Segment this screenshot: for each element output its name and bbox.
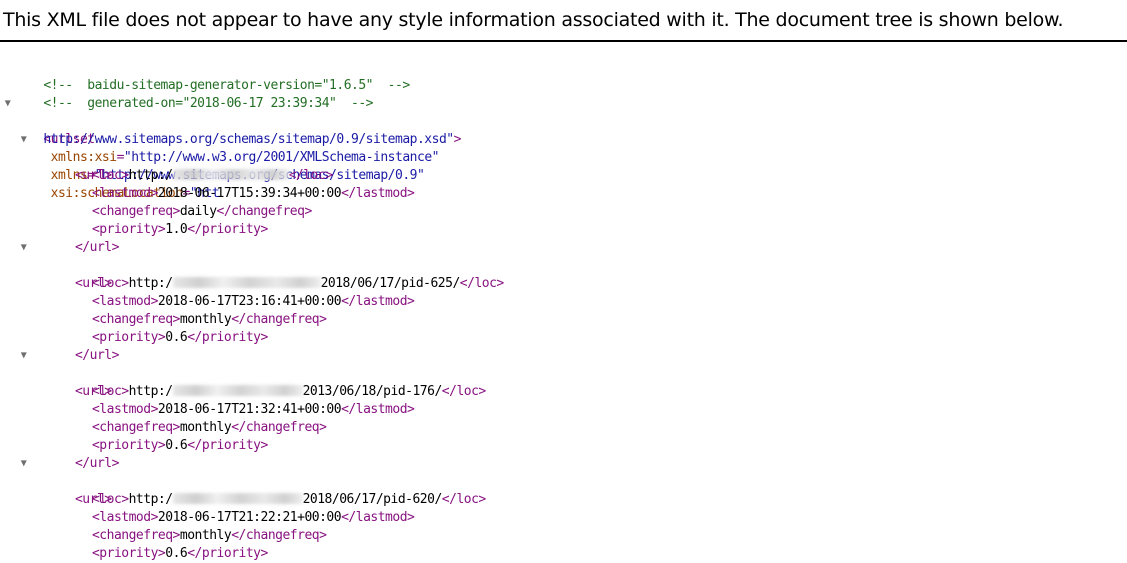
collapse-triangle-icon[interactable]: ▼ — [18, 455, 29, 473]
url-element: ▼ <url> <loc>http:/2013/06/18/pid-176/</… — [0, 347, 1127, 471]
collapse-triangle-icon[interactable]: ▼ — [18, 347, 29, 365]
xml-comment-generated-on: <!-- generated-on="2018-06-17 23:39:34" … — [0, 77, 1127, 111]
changefreq-element: <changefreq>daily</changefreq> — [0, 185, 1127, 219]
xml-comment-generator-version: <!-- baidu-sitemap-generator-version="1.… — [0, 59, 1127, 93]
loc-element: <loc>http:/2013/06/18/pid-176/</loc> — [0, 365, 1127, 399]
loc-element: <loc>http:/2018/06/17/pid-625/</loc> — [0, 257, 1127, 291]
collapse-triangle-icon[interactable]: ▼ — [18, 131, 29, 149]
priority-element: <priority>0.6</priority> — [0, 527, 1127, 561]
priority-element: <priority>0.6</priority> — [0, 311, 1127, 345]
lastmod-element: <lastmod>2018-06-17T21:22:21+00:00</last… — [0, 491, 1127, 525]
url-element: ▼ <url> <loc>http:/2018/06/17/pid-625/</… — [0, 239, 1127, 363]
url-open-tag: ▼ <url> — [0, 347, 1127, 399]
xml-info-banner: This XML file does not appear to have an… — [0, 0, 1127, 42]
priority-element: <priority>1.0</priority> — [0, 203, 1127, 237]
url-element: ▼ <url> <loc>http:/</loc> <lastmod>2018-… — [0, 131, 1127, 255]
url-close-tag: </url> — [0, 437, 1127, 471]
url-close-tag: </url> — [0, 221, 1127, 255]
lastmod-element: <lastmod>2018-06-17T23:16:41+00:00</last… — [0, 275, 1127, 309]
changefreq-element: <changefreq>monthly</changefreq> — [0, 401, 1127, 435]
url-open-tag: ▼ <url> — [0, 131, 1127, 183]
xml-info-banner-text: This XML file does not appear to have an… — [3, 9, 1064, 31]
loc-element: <loc>http:/</loc> — [0, 149, 1127, 183]
changefreq-element: <changefreq>monthly</changefreq> — [0, 509, 1127, 543]
url-open-tag: ▼ <url> — [0, 239, 1127, 291]
changefreq-element: <changefreq>monthly</changefreq> — [0, 293, 1127, 327]
url-open-tag: ▼ <url> — [0, 455, 1127, 507]
priority-element: <priority>0.6</priority> — [0, 419, 1127, 453]
lastmod-element: <lastmod>2018-06-17T21:32:41+00:00</last… — [0, 383, 1127, 417]
collapse-triangle-icon[interactable]: ▼ — [2, 95, 13, 113]
url-element: ▼ <url> <loc>http:/2018/06/17/pid-620/</… — [0, 455, 1127, 563]
url-close-tag: </url> — [0, 545, 1127, 563]
loc-element: <loc>http:/2018/06/17/pid-620/</loc> — [0, 473, 1127, 507]
urlset-open-tag-wrap: http://www.sitemaps.org/schemas/sitemap/… — [0, 113, 1127, 147]
collapse-triangle-icon[interactable]: ▼ — [18, 239, 29, 257]
url-close-tag: </url> — [0, 329, 1127, 363]
xml-document-tree: <!-- baidu-sitemap-generator-version="1.… — [0, 59, 1127, 563]
lastmod-element: <lastmod>2018-06-17T15:39:34+00:00</last… — [0, 167, 1127, 201]
urlset-open-tag: ▼ <urlset xmlns:xsi="http://www.w3.org/2… — [0, 95, 1127, 201]
